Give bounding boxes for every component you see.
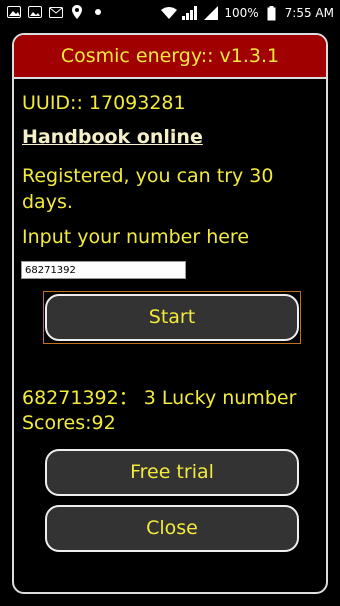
location-icon [69,4,85,20]
free-trial-button[interactable]: Free trial [45,449,299,496]
gallery-icon [6,4,22,20]
dialog-title: Cosmic energy:: v1.3.1 [14,35,326,79]
mail-icon [48,4,64,20]
dot-icon [90,4,106,20]
signal-secondary-icon [203,5,219,21]
input-label: Input your number here [22,226,250,248]
signal-icon [182,5,198,21]
battery-percentage: 100% [224,6,259,20]
status-bar: 100% 7:55 AM [0,0,340,26]
dialog: Cosmic energy:: v1.3.1 UUID:: 17093281 H… [12,33,328,594]
battery-icon [264,5,280,21]
close-button[interactable]: Close [45,505,299,552]
clock: 7:55 AM [284,6,334,20]
status-system-icons: 100% 7:55 AM [161,5,334,21]
number-input[interactable] [21,261,186,279]
scores-text: Scores:92 [22,412,116,434]
image-icon [27,4,43,20]
handbook-link[interactable]: Handbook online [22,126,203,148]
start-button[interactable]: Start [45,294,299,341]
lucky-number-result: 68271392： 3 Lucky number [22,387,297,409]
status-notification-icons [6,4,106,20]
registration-status: Registered, you can try 30 days. [22,165,274,213]
wifi-icon [161,5,178,21]
uuid-text: UUID:: 17093281 [22,92,186,114]
